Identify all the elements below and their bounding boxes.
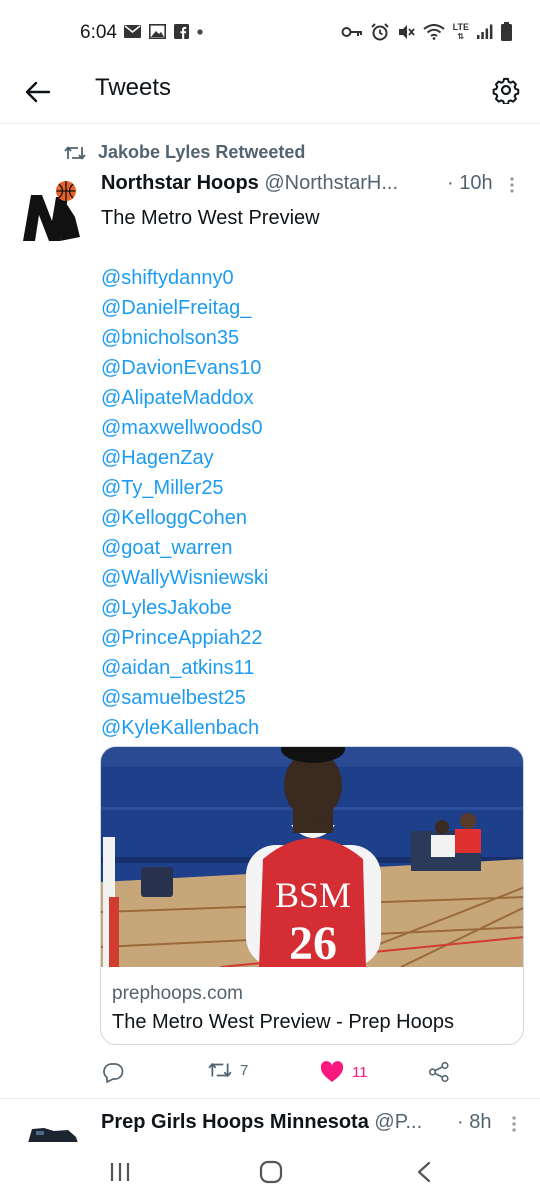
retweet-count: 7 xyxy=(240,1061,249,1079)
display-name[interactable]: Prep Girls Hoops Minnesota xyxy=(101,1111,369,1133)
mention-link[interactable]: @aidan_atkins11 xyxy=(101,653,268,683)
mention-link[interactable]: @HagenZay xyxy=(101,443,268,473)
handle[interactable]: @P... xyxy=(374,1111,422,1133)
mention-link[interactable]: @goat_warren xyxy=(101,533,268,563)
wifi-icon xyxy=(423,23,445,40)
more-vertical-icon[interactable] xyxy=(509,176,515,194)
lte-icon: LTE ⇅ xyxy=(452,21,469,41)
settings-button[interactable] xyxy=(488,72,524,108)
app-bar: Tweets xyxy=(0,66,540,124)
retweet-icon xyxy=(208,1063,232,1077)
facebook-icon xyxy=(174,24,189,39)
tweet-actions: 7 11 xyxy=(100,1061,520,1087)
avatar[interactable] xyxy=(24,1125,80,1142)
more-vertical-icon[interactable] xyxy=(511,1115,517,1133)
mute-icon xyxy=(398,24,415,39)
recents-icon xyxy=(110,1163,130,1181)
handle[interactable]: @NorthstarH... xyxy=(264,172,398,194)
recents-button[interactable] xyxy=(100,1158,140,1186)
jersey-number: 26 xyxy=(289,917,337,967)
back-button[interactable] xyxy=(20,74,56,110)
retweet-context: Jakobe Lyles Retweeted xyxy=(64,142,305,163)
chevron-left-icon xyxy=(417,1161,431,1183)
heart-filled-icon xyxy=(320,1061,344,1082)
retweet-icon xyxy=(64,146,86,159)
signal-icon xyxy=(477,24,493,39)
mention-link[interactable]: @DavionEvans10 xyxy=(101,353,268,383)
home-icon xyxy=(259,1160,283,1184)
tweet-time: · 8h xyxy=(457,1111,492,1133)
mention-link[interactable]: @samuelbest25 xyxy=(101,683,268,713)
status-time: 6:04 xyxy=(80,22,117,43)
mention-link[interactable]: @AlipateMaddox xyxy=(101,383,268,413)
tweet-text: The Metro West Preview xyxy=(101,207,320,229)
like-count: 11 xyxy=(352,1063,368,1081)
mention-link[interactable]: @PrinceAppiah22 xyxy=(101,623,268,653)
arrow-left-icon xyxy=(25,81,51,103)
home-button[interactable] xyxy=(251,1158,291,1186)
mention-list: @shiftydanny0 @DanielFreitag_ @bnicholso… xyxy=(101,263,268,743)
share-button[interactable] xyxy=(428,1061,450,1083)
battery-icon xyxy=(501,22,512,41)
status-bar: 6:04 LTE ⇅ xyxy=(0,0,540,66)
system-nav-bar xyxy=(0,1142,540,1200)
page-title: Tweets xyxy=(95,74,172,101)
northstar-logo-icon xyxy=(23,181,80,241)
mention-link[interactable]: @Ty_Miller25 xyxy=(101,473,268,503)
email-icon xyxy=(124,25,141,38)
jersey-text: BSM xyxy=(275,875,351,915)
image-icon xyxy=(149,24,166,39)
card-image: BSM 26 xyxy=(101,747,523,967)
reply-icon xyxy=(103,1063,124,1083)
card-title: The Metro West Preview - Prep Hoops xyxy=(112,1011,454,1033)
mention-link[interactable]: @shiftydanny0 xyxy=(101,263,268,293)
system-back-button[interactable] xyxy=(404,1158,444,1186)
mention-link[interactable]: @KelloggCohen xyxy=(101,503,268,533)
reply-button[interactable] xyxy=(102,1061,132,1083)
dot-icon xyxy=(197,28,203,35)
mention-link[interactable]: @KyleKallenbach xyxy=(101,713,268,743)
mention-link[interactable]: @LylesJakobe xyxy=(101,593,268,623)
retweeted-by[interactable]: Jakobe Lyles Retweeted xyxy=(98,142,305,163)
avatar[interactable] xyxy=(20,177,82,245)
share-icon xyxy=(428,1061,449,1083)
card-domain: prephoops.com xyxy=(112,983,243,1004)
link-card[interactable]: BSM 26 prephoops.com The Metro West Prev… xyxy=(100,746,524,1045)
display-name[interactable]: Northstar Hoops xyxy=(101,172,259,194)
next-tweet[interactable]: Prep Girls Hoops Minnesota @P... · 8h xyxy=(0,1098,540,1142)
tweet-header: Northstar Hoops @NorthstarH... · 10h xyxy=(101,172,521,198)
gear-icon xyxy=(492,77,520,104)
mention-link[interactable]: @bnicholson35 xyxy=(101,323,268,353)
retweet-button[interactable]: 7 xyxy=(208,1061,248,1079)
key-icon xyxy=(341,26,362,37)
tweet[interactable]: Jakobe Lyles Retweeted Northstar Hoops @… xyxy=(0,125,540,1095)
mention-link[interactable]: @maxwellwoods0 xyxy=(101,413,268,443)
tweet-time: · 10h xyxy=(447,172,493,194)
mention-link[interactable]: @WallyWisniewski xyxy=(101,563,268,593)
mention-link[interactable]: @DanielFreitag_ xyxy=(101,293,268,323)
like-button[interactable]: 11 xyxy=(320,1061,368,1083)
alarm-icon xyxy=(370,22,389,40)
